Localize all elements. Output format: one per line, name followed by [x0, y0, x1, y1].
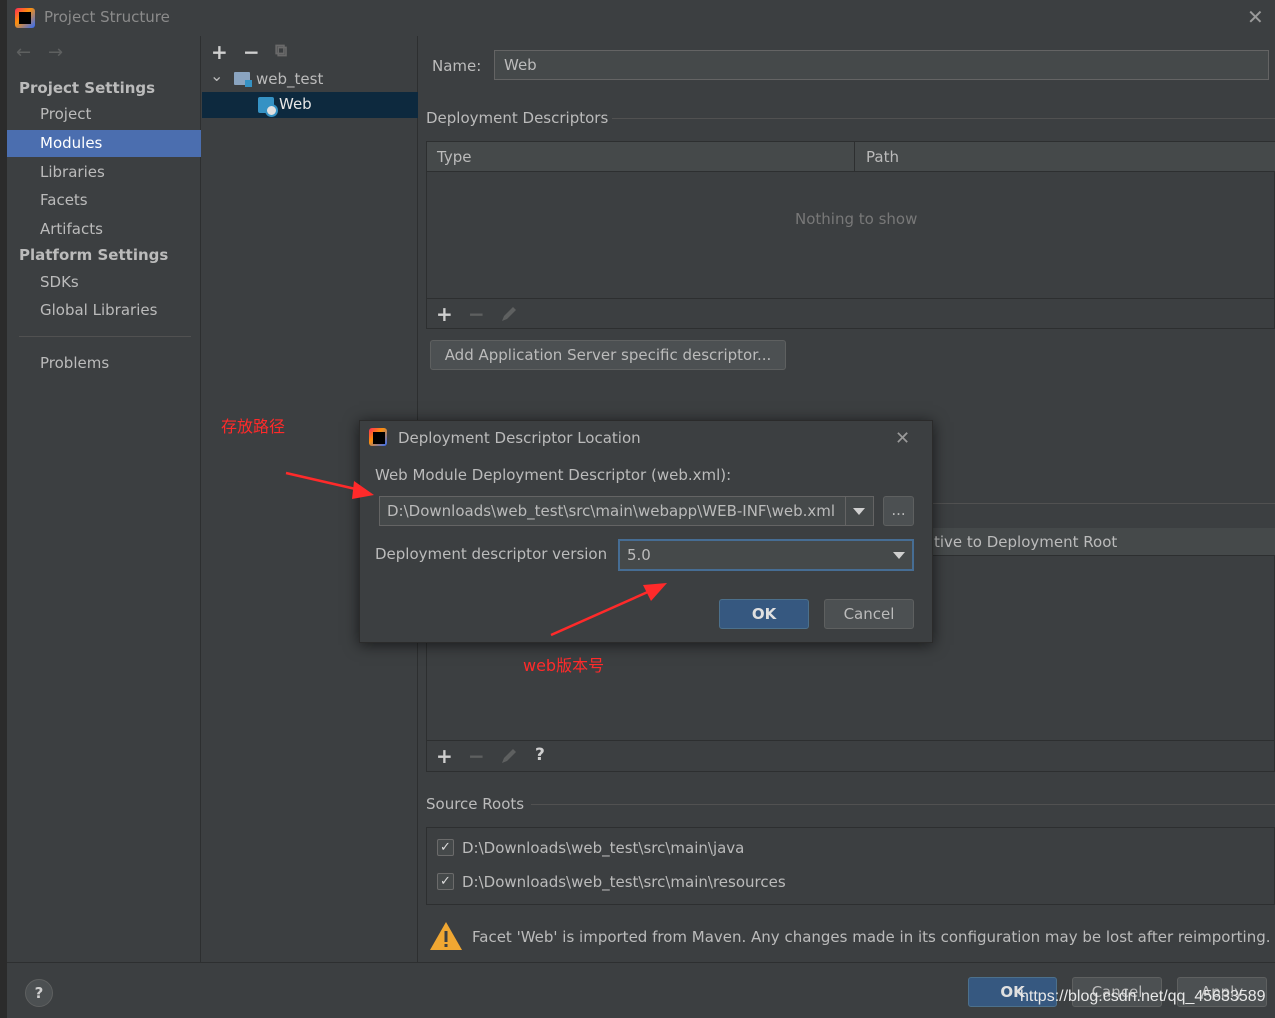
annotation-version-note: web版本号: [523, 656, 605, 675]
help-button[interactable]: ?: [25, 979, 53, 1007]
sidebar-item-project[interactable]: Project: [40, 105, 91, 123]
dialog-title: Deployment Descriptor Location: [398, 429, 641, 447]
maven-warning-message: Facet 'Web' is imported from Maven. Any …: [472, 928, 1271, 946]
edit-resource-icon[interactable]: [500, 747, 518, 765]
descriptor-path-value: D:\Downloads\web_test\src\main\webapp\WE…: [387, 502, 836, 520]
empty-table-message: Nothing to show: [795, 210, 918, 228]
window-close-icon[interactable]: ✕: [1247, 7, 1264, 27]
expand-chevron-icon[interactable]: ⌄: [210, 66, 223, 85]
remove-resource-icon[interactable]: −: [468, 744, 485, 768]
descriptor-version-label: Deployment descriptor version: [375, 545, 608, 563]
sidebar-item-global-libraries[interactable]: Global Libraries: [40, 301, 157, 319]
remove-module-icon[interactable]: −: [243, 40, 260, 64]
warning-icon: [430, 922, 462, 950]
browse-button[interactable]: ...: [883, 496, 914, 526]
csdn-watermark: https://blog.csdn.net/qq_45633589: [1020, 988, 1266, 1005]
sidebar-item-artifacts[interactable]: Artifacts: [40, 220, 103, 238]
source-roots-heading: Source Roots: [426, 795, 525, 813]
column-header-type[interactable]: Type: [437, 148, 471, 166]
descriptors-table-header: [427, 142, 1275, 172]
dialog-close-icon[interactable]: ✕: [895, 428, 910, 449]
column-header-path[interactable]: Path: [866, 148, 899, 166]
web-facet-icon: [258, 97, 278, 117]
descriptor-path-combo[interactable]: D:\Downloads\web_test\src\main\webapp\WE…: [379, 496, 874, 526]
chevron-down-icon[interactable]: [853, 508, 865, 515]
annotation-arrow-path: [285, 471, 374, 499]
remove-descriptor-icon[interactable]: −: [468, 302, 485, 326]
add-descriptor-icon[interactable]: +: [436, 302, 453, 326]
module-folder-icon: [234, 72, 252, 87]
sidebar-item-problems[interactable]: Problems: [40, 354, 109, 372]
sidebar-group-platform-settings: Platform Settings: [19, 246, 169, 264]
section-divider-2: [932, 503, 1275, 504]
title-bar: [7, 0, 1275, 36]
column-header-relative-path[interactable]: tive to Deployment Root: [934, 533, 1117, 551]
deployment-descriptors-heading: Deployment Descriptors: [426, 109, 609, 127]
combo-separator: [845, 497, 846, 525]
chevron-down-icon[interactable]: [893, 552, 905, 559]
sidebar-item-libraries[interactable]: Libraries: [40, 163, 105, 181]
sidebar-item-sdks[interactable]: SDKs: [40, 273, 79, 291]
web-resource-toolbar: [427, 740, 1275, 772]
add-server-descriptor-button[interactable]: Add Application Server specific descript…: [430, 340, 786, 370]
edit-descriptor-icon[interactable]: [500, 305, 518, 323]
footer-divider: [7, 962, 1275, 963]
annotation-path-note: 存放路径: [221, 417, 286, 436]
sidebar-divider: [19, 336, 191, 337]
sidebar-item-modules[interactable]: Modules: [40, 134, 102, 152]
source-root-checkbox[interactable]: ✓: [437, 839, 454, 856]
help-question-icon[interactable]: ?: [535, 745, 545, 765]
descriptor-version-select[interactable]: 5.0: [618, 539, 914, 571]
descriptor-version-value: 5.0: [627, 546, 651, 564]
source-root-item: D:\Downloads\web_test\src\main\java: [462, 839, 745, 857]
source-root-checkbox[interactable]: ✓: [437, 873, 454, 890]
dialog-app-icon: [369, 428, 387, 446]
facet-name-input[interactable]: [494, 50, 1269, 80]
dialog-ok-button[interactable]: OK: [719, 599, 809, 629]
sidebar-group-project-settings: Project Settings: [19, 79, 156, 97]
tree-node-web[interactable]: Web: [279, 95, 312, 113]
sidebar-selection-highlight: [7, 130, 201, 157]
source-root-item: D:\Downloads\web_test\src\main\resources: [462, 873, 786, 891]
sidebar-item-facets[interactable]: Facets: [40, 191, 88, 209]
annotation-arrow-version: [550, 583, 667, 637]
forward-arrow-icon[interactable]: →: [48, 42, 63, 63]
background-window-strip: [0, 0, 7, 1018]
section-divider-3: [531, 804, 1275, 805]
descriptor-location-label: Web Module Deployment Descriptor (web.xm…: [375, 466, 732, 484]
section-divider: [612, 118, 1275, 119]
back-arrow-icon[interactable]: ←: [16, 42, 31, 63]
name-label: Name:: [432, 57, 482, 75]
add-resource-icon[interactable]: +: [436, 744, 453, 768]
window-title: Project Structure: [44, 8, 170, 26]
dialog-cancel-button[interactable]: Cancel: [824, 599, 914, 629]
descriptors-toolbar: [427, 298, 1275, 329]
add-module-icon[interactable]: +: [211, 40, 228, 64]
intellij-app-icon: [15, 8, 35, 28]
column-separator: [854, 142, 855, 172]
copy-module-icon[interactable]: ⧉: [275, 41, 287, 61]
tree-node-web-test[interactable]: web_test: [256, 70, 323, 88]
